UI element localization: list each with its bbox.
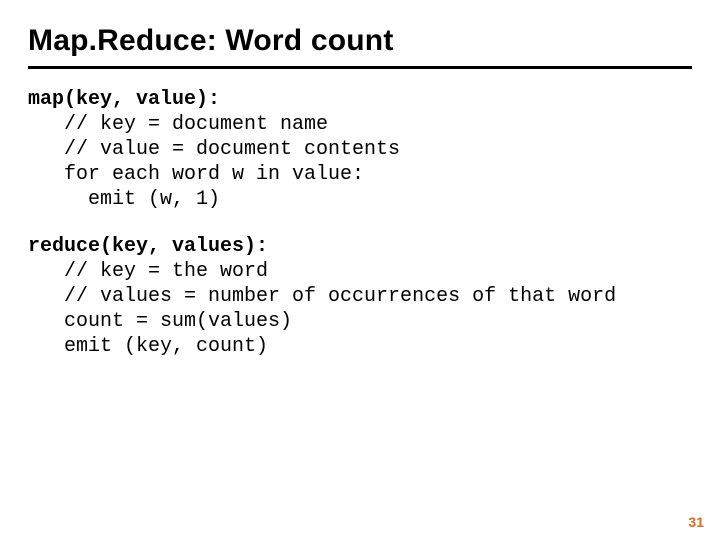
slide-title: Map.Reduce: Word count (28, 24, 692, 58)
map-line-4: emit (w, 1) (28, 188, 220, 211)
reduce-line-3: count = sum(values) (28, 310, 292, 333)
map-line-3: for each word w in value: (28, 163, 364, 186)
title-underline (28, 66, 692, 69)
slide: Map.Reduce: Word count map(key, value): … (0, 0, 720, 540)
map-line-1: // key = document name (28, 113, 328, 136)
map-signature: map(key, value): (28, 88, 220, 111)
page-number: 31 (688, 514, 704, 530)
map-code-block: map(key, value): // key = document name … (28, 87, 692, 212)
reduce-line-1: // key = the word (28, 260, 268, 283)
reduce-signature: reduce(key, values): (28, 235, 268, 258)
map-line-2: // value = document contents (28, 138, 400, 161)
reduce-line-4: emit (key, count) (28, 335, 268, 358)
reduce-code-block: reduce(key, values): // key = the word /… (28, 234, 692, 359)
reduce-line-2: // values = number of occurrences of tha… (28, 285, 616, 308)
